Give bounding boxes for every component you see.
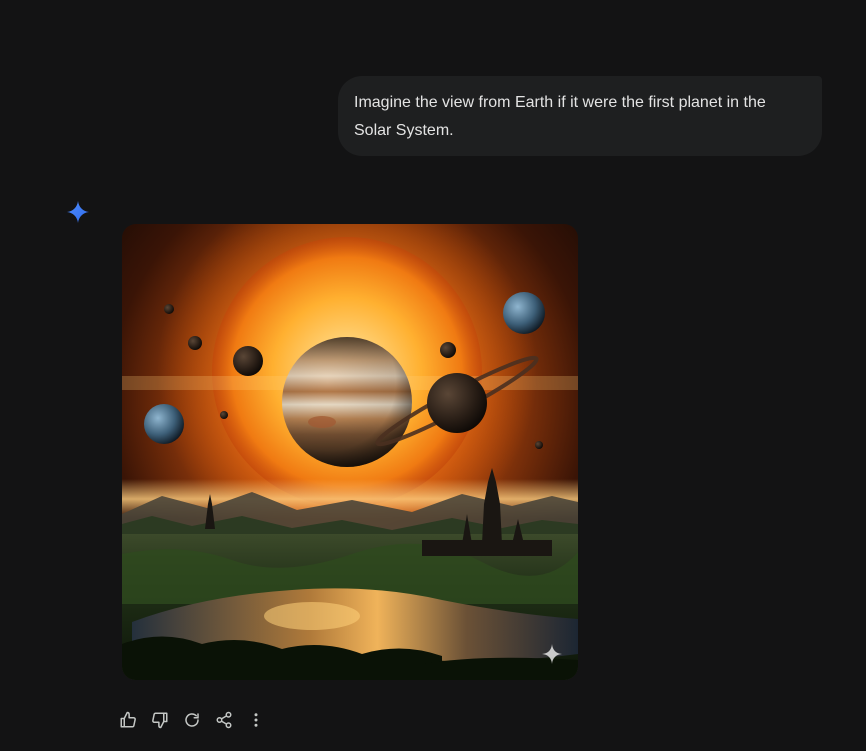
thumb-down-button[interactable] (144, 706, 176, 734)
generated-image[interactable] (122, 224, 578, 680)
more-vertical-icon (247, 711, 265, 729)
chat-page: Imagine the view from Earth if it were t… (0, 0, 866, 751)
refresh-icon (183, 711, 201, 729)
more-options-button[interactable] (240, 706, 272, 734)
share-button[interactable] (208, 706, 240, 734)
thumb-up-icon (119, 711, 137, 729)
share-icon (215, 711, 233, 729)
response-actions (112, 706, 272, 734)
thumb-down-icon (151, 711, 169, 729)
user-message-text: Imagine the view from Earth if it were t… (354, 94, 766, 139)
thumb-up-button[interactable] (112, 706, 144, 734)
user-message-bubble: Imagine the view from Earth if it were t… (338, 76, 822, 156)
gemini-sparkle-icon (66, 200, 90, 224)
regenerate-button[interactable] (176, 706, 208, 734)
